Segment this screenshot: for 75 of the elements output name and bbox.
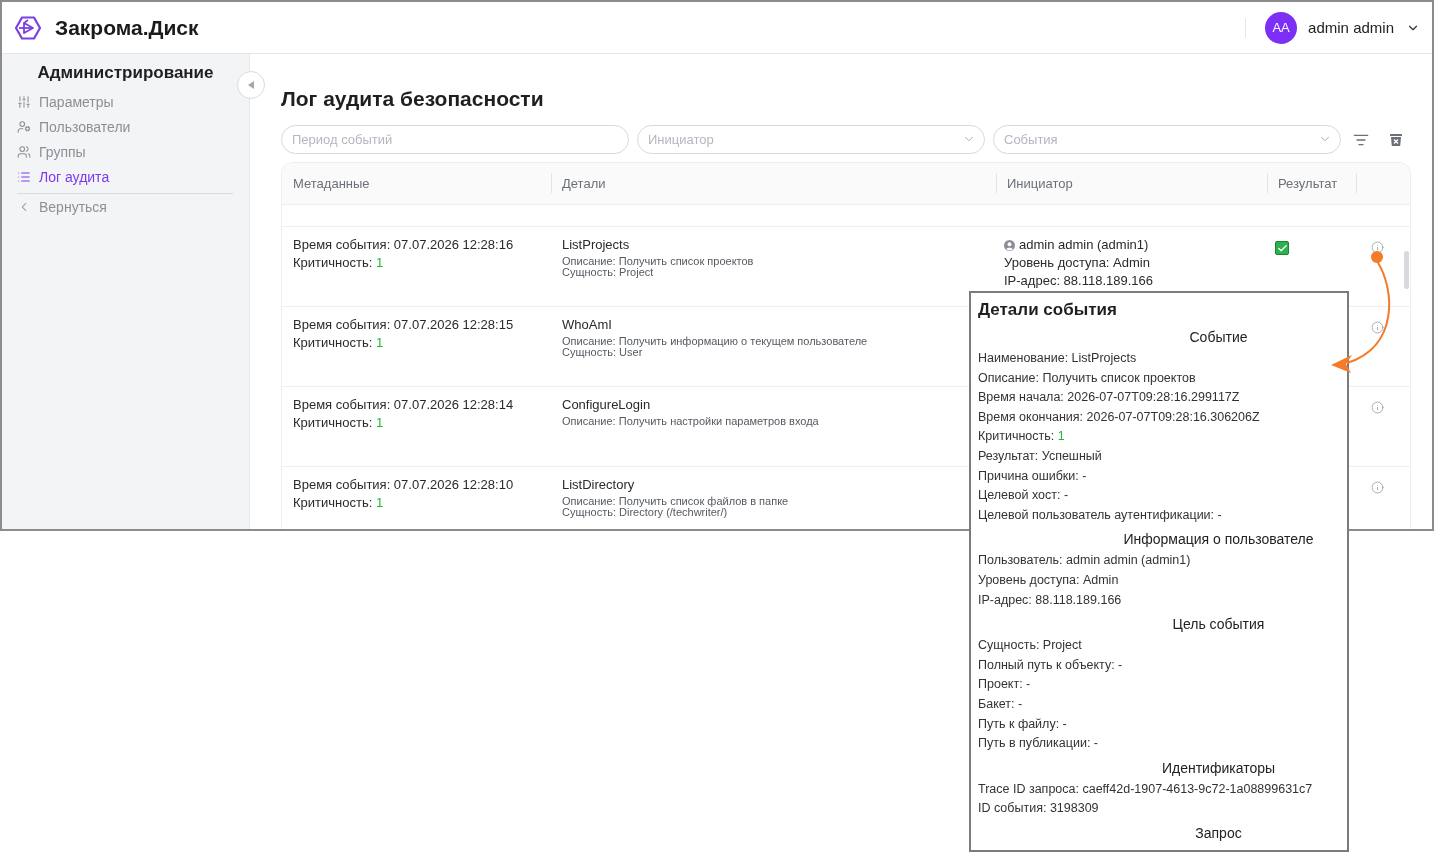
sidebar-item[interactable]: Лог аудита	[2, 164, 249, 189]
section-heading: Запрос	[1194, 823, 1243, 843]
criticality-text: Критичность: 1	[293, 254, 385, 272]
info-icon[interactable]	[1371, 481, 1384, 494]
initiator-name: admin admin (admin1)	[1019, 236, 1149, 254]
detail-line: Наименование: ListProjects	[978, 350, 1138, 367]
column-header: Детали	[551, 163, 996, 204]
detail-line: Целевой хост: -	[978, 487, 1070, 505]
detail-line: Уровень доступа: Admin	[978, 571, 1120, 589]
info-icon[interactable]	[1371, 401, 1384, 414]
detail-line: Целевой пользователь аутентификации: -	[978, 506, 1223, 524]
dropdown-field[interactable]: Инициатор	[637, 125, 985, 154]
trash-icon[interactable]	[1389, 132, 1403, 147]
detail-line: Полный путь к объекту: -	[978, 656, 1124, 674]
event-name: WhoAmI	[562, 317, 613, 333]
check-icon	[1276, 242, 1288, 254]
list-icon	[17, 169, 31, 184]
panel-title: Детали события	[978, 299, 1118, 321]
detail-line: Путь к файлу: -	[978, 715, 1068, 733]
brand-name: Закрома.Диск	[55, 15, 199, 40]
section-heading: Цель события	[1171, 615, 1266, 635]
section-heading: Информация о пользователе	[1122, 530, 1315, 550]
period-field[interactable]: Период событий	[281, 125, 629, 154]
column-header: Результат	[1267, 163, 1356, 204]
detail-line: Критичность: 1	[978, 428, 1066, 446]
page-title: Лог аудита безопасности	[281, 86, 545, 111]
event-time-text: Время события: 07.07.2026 12:28:15	[293, 316, 515, 334]
detail-line: Причина ошибки: -	[978, 467, 1088, 485]
result-checkbox[interactable]	[1275, 241, 1289, 255]
access-level-text: Уровень доступа: Admin	[1004, 254, 1150, 272]
user-avatar[interactable]: AA	[1265, 11, 1298, 44]
event-detail-text: Описание: Получить список файлов в папке	[562, 496, 790, 507]
user-icon	[1004, 239, 1015, 251]
event-detail-text: Описание: Получить информацию о текущем пользователе	[562, 336, 869, 347]
sidebar-title: Администрирование	[36, 62, 215, 84]
detail-line: Путь в публикации: -	[978, 735, 1100, 753]
event-detail-text: Сущность: Project	[562, 267, 654, 278]
info-icon[interactable]	[1371, 241, 1384, 254]
users-icon	[17, 144, 31, 159]
detail-line: Результат: Успешный	[978, 447, 1103, 465]
ip-address-text: IP-адрес: 88.118.189.166	[1004, 272, 1153, 290]
detail-line: Проект: -	[978, 676, 1032, 694]
criticality-text: Критичность: 1	[293, 414, 385, 432]
detail-line: Trace ID запроса: caeff42d-1907-4613-9c72-1a08899631c7	[978, 780, 1314, 798]
event-detail-text: Описание: Получить список проектов	[562, 256, 755, 267]
user-gear-icon	[17, 119, 31, 134]
event-name: ListProjects	[562, 237, 631, 253]
triangle-left-icon	[248, 81, 254, 89]
back-link[interactable]: Вернуться	[2, 194, 249, 219]
hexagon-logo-icon	[15, 15, 41, 40]
event-time-text: Время события: 07.07.2026 12:28:16	[293, 236, 515, 254]
criticality-text: Критичность: 1	[293, 494, 385, 512]
scrollbar-thumb[interactable]	[1404, 251, 1409, 289]
detail-line: Пользователь: admin admin (admin1)	[978, 552, 1192, 570]
sidebar-item[interactable]: Группы	[2, 139, 249, 164]
sidebar-item[interactable]: Пользователи	[2, 114, 249, 139]
detail-line: Бакет: -	[978, 695, 1024, 713]
section-heading: Идентификаторы	[1160, 758, 1277, 778]
sliders-icon	[17, 94, 31, 109]
detail-line: Время окончания: 2026-07-07T09:28:16.306206Z	[978, 408, 1261, 426]
criticality-text: Критичность: 1	[293, 334, 385, 352]
column-header: Инициатор	[996, 163, 1267, 204]
detail-line: Время начала: 2026-07-07T09:28:16.299117Z	[978, 389, 1241, 407]
detail-line: ID события: 3198309	[978, 800, 1100, 818]
user-name[interactable]: admin admin	[1308, 19, 1394, 36]
detail-line: Описание: Получить список проектов	[978, 369, 1197, 387]
collapse-button[interactable]	[237, 71, 265, 99]
event-time-text: Время события: 07.07.2026 12:28:14	[293, 396, 515, 414]
section-heading: Событие	[1188, 328, 1249, 347]
dropdown-field[interactable]: События	[993, 125, 1341, 154]
detail-line: IP-адрес: 88.118.189.166	[978, 591, 1123, 609]
info-icon[interactable]	[1371, 321, 1384, 334]
sidebar-item[interactable]: Параметры	[2, 89, 249, 114]
event-time-text: Время события: 07.07.2026 12:28:10	[293, 476, 515, 494]
detail-line: Сущность: Project	[978, 637, 1083, 655]
